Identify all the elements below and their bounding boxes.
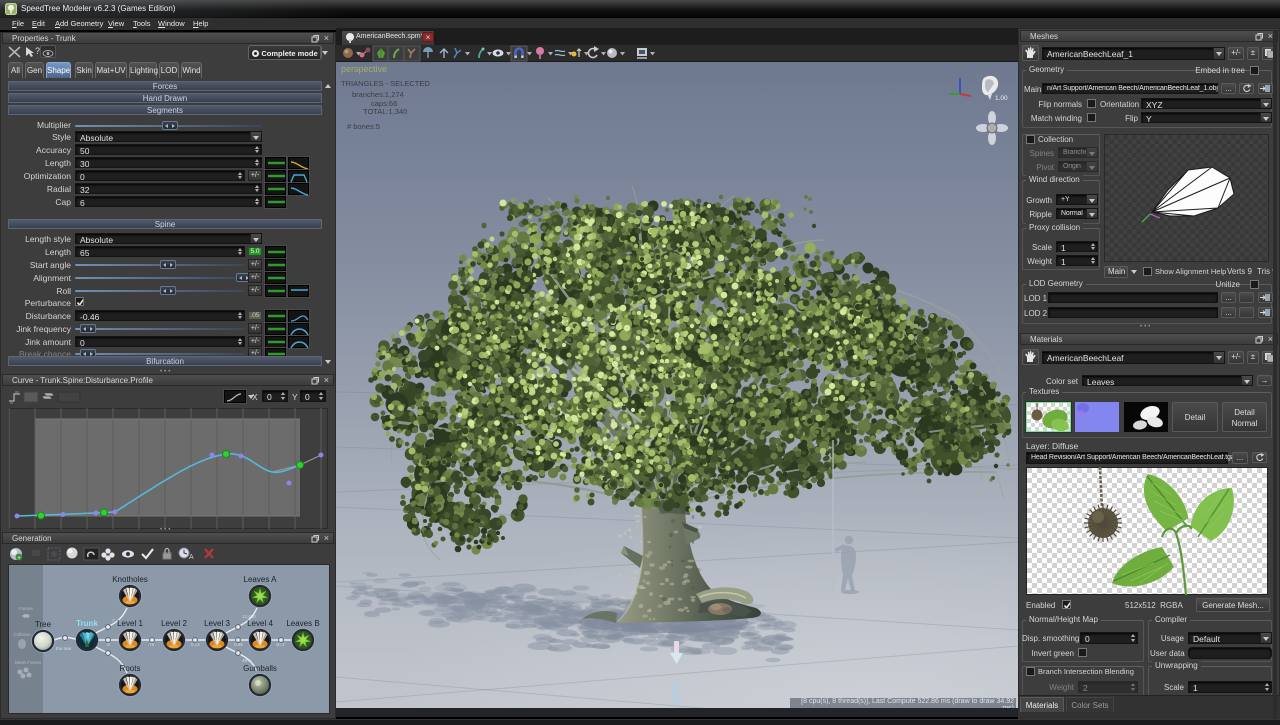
svg-text:the tree: the tree [56, 646, 72, 651]
svg-text:Level 1: Level 1 [117, 619, 143, 628]
svg-text:49%: 49% [242, 658, 251, 663]
svg-text:Level 3: Level 3 [204, 619, 230, 628]
svg-text:Collision: Collision [13, 632, 31, 637]
svg-text:Trunk: Trunk [76, 619, 98, 628]
svg-text:.8: .8 [106, 642, 110, 647]
svg-text:+: + [17, 555, 21, 562]
svg-text:Gumballs: Gumballs [243, 664, 277, 673]
svg-text:Mesh Forces: Mesh Forces [15, 660, 42, 665]
svg-text:x0.2: x0.2 [276, 642, 285, 647]
svg-text:Forces: Forces [19, 606, 34, 611]
svg-text:Level 2: Level 2 [161, 619, 187, 628]
svg-text:Tree: Tree [35, 620, 52, 629]
svg-text:Level 4: Level 4 [247, 619, 273, 628]
svg-text:Leaves A: Leaves A [244, 575, 278, 584]
svg-text:Knotholes: Knotholes [112, 575, 148, 584]
svg-text:Roots: Roots [120, 664, 141, 673]
svg-text:Leaves B: Leaves B [286, 619, 319, 628]
svg-text:A: A [189, 554, 194, 561]
svg-text:0.46: 0.46 [234, 642, 243, 647]
svg-text:0.14: 0.14 [191, 642, 200, 647]
svg-text:.75: .75 [148, 642, 155, 647]
